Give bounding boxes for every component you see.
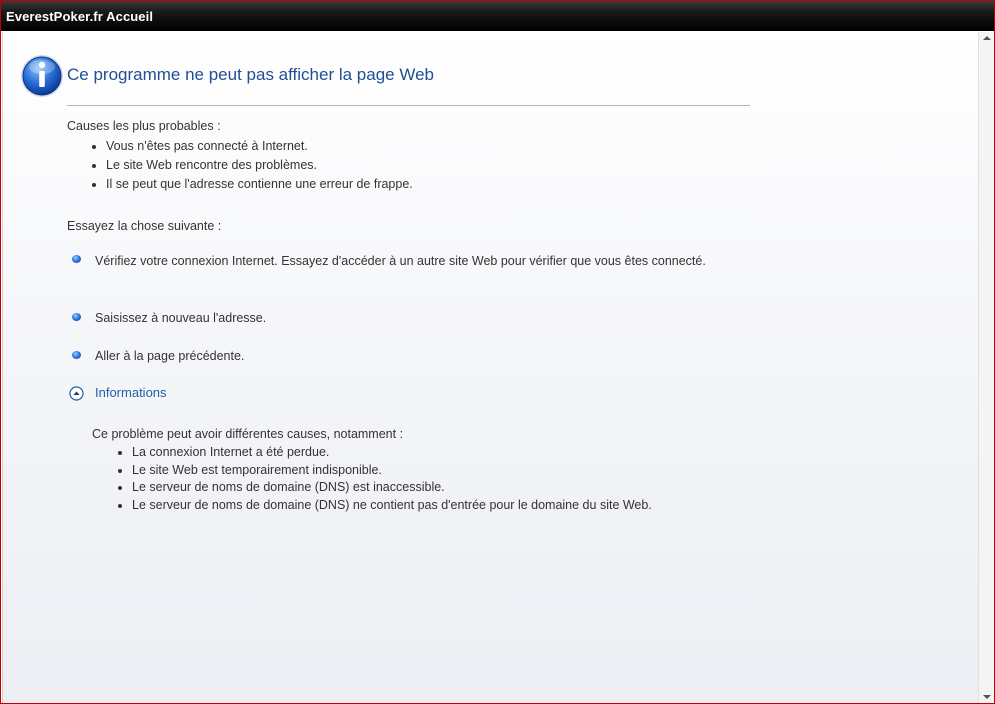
try-heading: Essayez la chose suivante : bbox=[67, 219, 222, 233]
info-list: La connexion Internet a été perdue. Le s… bbox=[117, 444, 652, 514]
collapse-chevron-icon[interactable] bbox=[69, 386, 84, 401]
list-item: Il se peut que l'adresse contienne une e… bbox=[91, 175, 413, 194]
list-item: Le site Web rencontre des problèmes. bbox=[91, 156, 413, 175]
bullet-icon bbox=[72, 313, 81, 321]
page-title: Ce programme ne peut pas afficher la pag… bbox=[67, 65, 434, 84]
info-icon bbox=[21, 55, 63, 97]
action-retype-address: Saisissez à nouveau l'adresse. bbox=[95, 311, 267, 325]
bullet-icon bbox=[72, 351, 81, 359]
causes-heading: Causes les plus probables : bbox=[67, 119, 221, 133]
list-item: La connexion Internet a été perdue. bbox=[117, 444, 652, 462]
bullet-icon bbox=[72, 255, 81, 263]
scroll-down-arrow-icon[interactable] bbox=[983, 695, 991, 699]
vertical-scrollbar[interactable] bbox=[978, 32, 994, 703]
list-item: Le serveur de noms de domaine (DNS) est … bbox=[117, 479, 652, 497]
action-check-connection: Vérifiez votre connexion Internet. Essay… bbox=[95, 254, 706, 268]
list-item: Vous n'êtes pas connecté à Internet. bbox=[91, 137, 413, 156]
action-go-back[interactable]: Aller à la page précédente. bbox=[95, 347, 725, 366]
title-divider bbox=[67, 105, 750, 106]
list-item: Le serveur de noms de domaine (DNS) ne c… bbox=[117, 497, 652, 515]
browser-window: EverestPoker.fr Accueil Ce programme ne … bbox=[1, 1, 994, 703]
info-intro: Ce problème peut avoir différentes cause… bbox=[92, 427, 404, 441]
title-bar[interactable]: EverestPoker.fr Accueil bbox=[1, 1, 994, 31]
informations-toggle[interactable]: Informations bbox=[95, 385, 167, 400]
window-title: EverestPoker.fr Accueil bbox=[6, 9, 154, 24]
causes-list: Vous n'êtes pas connecté à Internet. Le … bbox=[91, 137, 413, 194]
list-item: Le site Web est temporairement indisponi… bbox=[117, 462, 652, 480]
scroll-up-arrow-icon[interactable] bbox=[983, 36, 991, 40]
